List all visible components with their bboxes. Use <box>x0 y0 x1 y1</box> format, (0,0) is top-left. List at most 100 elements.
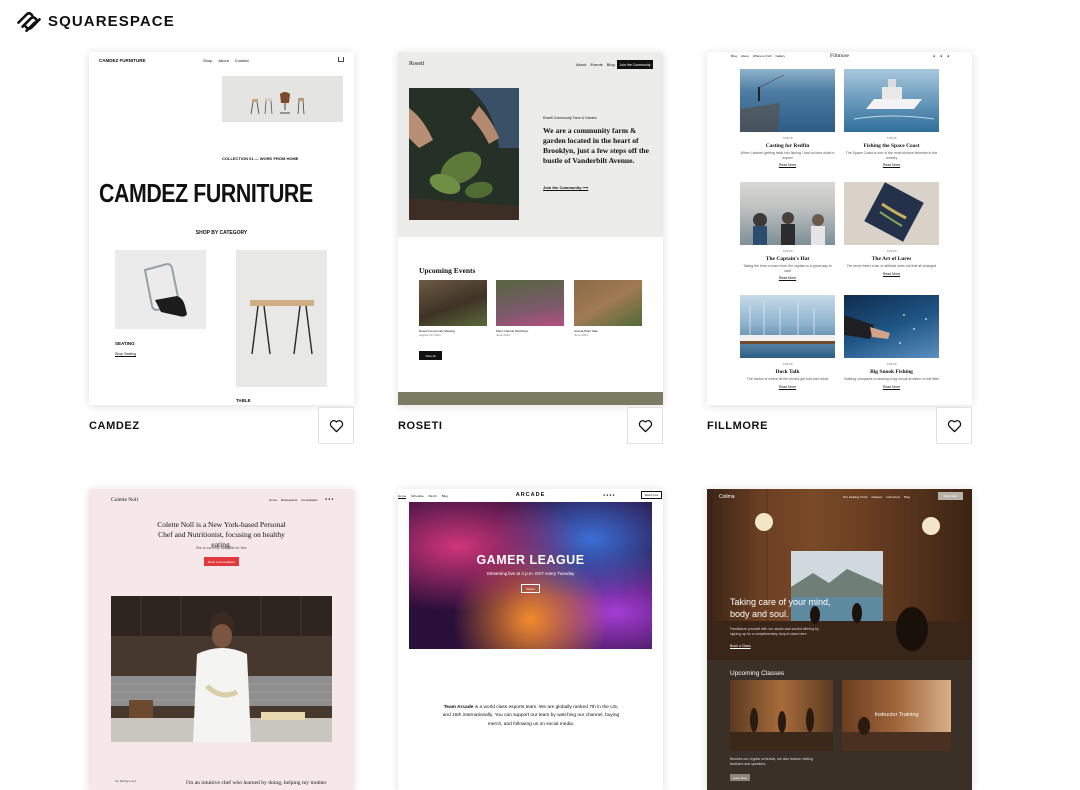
hero-image <box>409 88 519 220</box>
nav-item: Shop <box>203 58 213 63</box>
favorite-button[interactable] <box>627 407 663 444</box>
post: 7/24/18 The Art of Lures I've never been… <box>844 249 939 276</box>
hero-headline: GAMER LEAGUE <box>476 553 585 567</box>
social-icons: ● ● ● <box>933 54 952 58</box>
event-date: August 20, 2021 <box>419 333 441 337</box>
post-body: The harbor is where all the stories get … <box>746 377 829 381</box>
post: 7/24/18 Dock Talk The harbor is where al… <box>740 362 835 389</box>
template-preview[interactable]: Colette Noll Home Restaurants Consultati… <box>89 489 354 790</box>
event-image <box>496 280 564 326</box>
brand[interactable]: SQUARESPACE <box>16 9 175 33</box>
template-preview[interactable]: Home Schedule Merch Blog ARCADE ●●●● Wat… <box>398 489 663 790</box>
watch-live-button: Watch Live <box>641 491 662 499</box>
social-icons: ●●● <box>325 497 335 501</box>
post-link: Read More <box>882 384 901 389</box>
chairs-image <box>222 76 343 122</box>
learn-more-button: Learn More <box>730 774 750 781</box>
post-title: Fishing the Space Coast <box>863 143 920 149</box>
squarespace-logo-icon <box>17 11 41 32</box>
favorite-button[interactable] <box>936 407 972 444</box>
post-link: Read More <box>778 276 797 281</box>
hero-subhead: Streaming live at 4 p.m. EST every Tuesd… <box>486 571 575 576</box>
brand-name: SQUARESPACE <box>48 12 175 30</box>
preview-site-title: Roseti <box>409 61 425 67</box>
event-date: June 2021 <box>496 333 511 337</box>
event-image <box>419 280 487 326</box>
class-card <box>730 680 833 751</box>
class-title: Instructor Training <box>874 712 919 718</box>
post: 7/24/18 Fishing the Space Coast The Spac… <box>844 136 939 167</box>
nav-item: Blog <box>606 62 615 67</box>
template-preview[interactable]: CAMDEZ FURNITURE Shop About Contact COLL… <box>89 52 354 405</box>
hero-link: Book a Class <box>730 644 751 648</box>
table-label: TABLE <box>236 398 251 403</box>
preview-nav: Our Healing Circle Classes Instructors B… <box>843 495 910 499</box>
post-image <box>740 69 835 132</box>
footer-label: My Background <box>115 779 136 783</box>
book-now-button: Book Now <box>938 492 963 500</box>
post-date: 7/24/18 <box>886 136 897 140</box>
nav-item: Home <box>269 498 278 502</box>
preview-site-title: Colima <box>719 494 735 500</box>
post-title: Big Snook Fishing <box>870 369 913 375</box>
post-link: Read More <box>778 384 797 389</box>
nav-item: Instructors <box>886 495 901 499</box>
arcade-logo: ARCADE <box>515 492 546 498</box>
watch-button: Watch <box>521 584 540 593</box>
class-card: Instructor Training <box>842 680 951 751</box>
template-preview[interactable]: Blog About Where to Fish Gallery Fillmor… <box>707 52 972 405</box>
template-name: FILLMORE <box>707 420 769 432</box>
post-body: I've never been a fan of artificial lure… <box>846 264 937 268</box>
nav-item: About <box>218 58 229 63</box>
post-image <box>844 295 939 358</box>
favorite-button[interactable] <box>318 407 354 444</box>
footer-band <box>398 392 663 405</box>
post: 7/24/18 The Captain's Hat Taking the tim… <box>740 249 835 280</box>
post-date: 7/24/18 <box>886 249 897 253</box>
hero-body: Familiarize yourself with our studio and… <box>730 627 819 636</box>
post-body: When I started getting back into fishing… <box>740 151 835 160</box>
hero-headline: We are a community farm & garden located… <box>543 126 649 165</box>
post-image <box>740 295 835 358</box>
event-card: Roseti Community Meeting August 20, 2021 <box>419 280 487 337</box>
intro-text: I'm an intuitive chef who learned by doi… <box>186 780 327 786</box>
post-title: Dock Talk <box>775 369 800 375</box>
about-text: Team Arcade is a world class esports tea… <box>441 704 621 729</box>
template-preview[interactable]: Roseti About Events Blog Visit Join the … <box>398 52 663 405</box>
post-title: The Captain's Hat <box>765 256 810 262</box>
post: 7/24/18 Casting for Redfin When I starte… <box>740 136 835 167</box>
event-date: June 2021 <box>574 333 589 337</box>
post-link: Read More <box>882 271 901 276</box>
event-image <box>574 280 642 326</box>
post-date: 7/24/18 <box>886 362 897 366</box>
about-team-name: Team Arcade <box>443 705 474 710</box>
event-card: Annual Plant Sale June 2021 <box>574 280 642 337</box>
post-link: Read More <box>882 163 901 168</box>
consultation-button: Book a Consultation <box>204 557 239 566</box>
preview-nav: Shop About Contact <box>203 58 249 63</box>
heart-icon <box>638 419 652 432</box>
post-date: 7/24/18 <box>782 362 793 366</box>
post-link: Read More <box>778 163 797 168</box>
preview-site-title: Colette Noll <box>111 497 139 503</box>
nav-item: Our Healing Circle <box>843 495 868 499</box>
preview-headline: CAMDEZ FURNITURE <box>99 178 313 208</box>
post-title: Casting for Redfin <box>765 143 810 149</box>
classes-title: Upcoming Classes <box>730 670 785 677</box>
nav-button: Join the Community <box>617 60 653 69</box>
nav-item: Events <box>590 62 603 67</box>
availability-text: She is currently available for hire. <box>195 546 248 550</box>
post-image <box>844 69 939 132</box>
table-image <box>236 250 327 387</box>
template-preview[interactable]: Colima Our Healing Circle Classes Instru… <box>707 489 972 790</box>
post-date: 7/24/18 <box>782 136 793 140</box>
post-image <box>844 182 939 245</box>
post-body: Taking the time to learn from the captai… <box>743 264 832 273</box>
hero-cta: Join the Community ⟶ <box>543 185 589 190</box>
heart-icon <box>329 419 343 432</box>
event-card: Plant Cultural Workshop June 2021 <box>496 280 564 337</box>
section-title: SHOP BY CATEGORY <box>195 230 248 236</box>
post-date: 7/24/18 <box>782 249 793 253</box>
chef-image <box>111 596 332 742</box>
template-name: ROSETI <box>398 420 443 432</box>
